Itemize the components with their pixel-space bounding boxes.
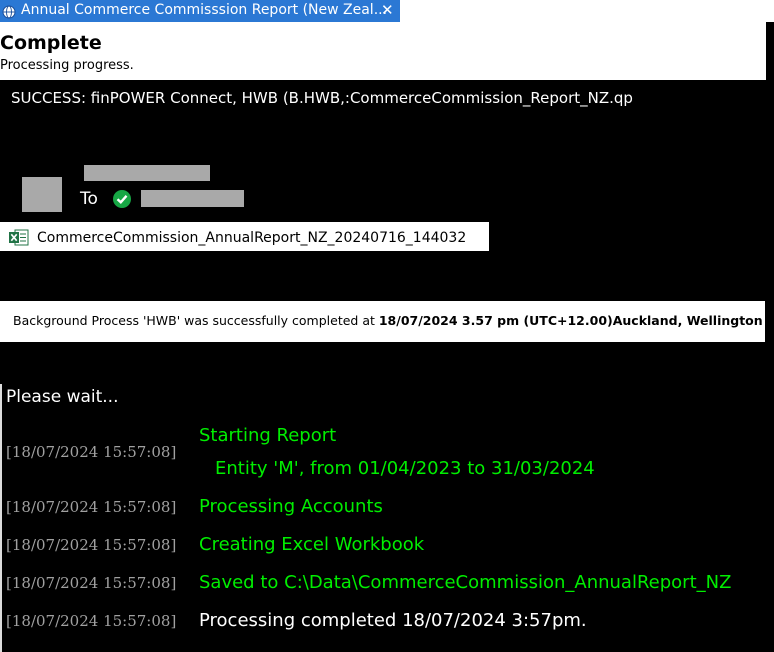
log-message: Saved to C:\Data\CommerceCommission_Annu…: [199, 572, 732, 593]
excel-file-icon: [9, 229, 29, 246]
log-detail: Entity 'M', from 01/04/2023 to 31/03/202…: [215, 458, 595, 479]
window-tab[interactable]: Annual Commerce Commisssion Report (New …: [0, 0, 400, 22]
globe-icon: [2, 5, 16, 19]
log-timestamp: [18/07/2024 15:57:08]: [6, 536, 177, 554]
to-label: To: [80, 189, 98, 209]
log-message: Processing Accounts: [199, 496, 383, 517]
log-message: Starting Report: [199, 425, 337, 446]
redacted-sender-name: [84, 165, 210, 181]
attachment-item[interactable]: CommerceCommission_AnnualReport_NZ_20240…: [0, 222, 489, 251]
page-title: Complete: [0, 32, 102, 54]
log-message: Processing completed 18/07/2024 3:57pm.: [199, 610, 587, 631]
avatar: [22, 177, 62, 212]
tab-title: Annual Commerce Commisssion Report (New …: [21, 2, 388, 18]
completion-message: Background Process 'HWB' was successfull…: [13, 313, 763, 328]
header-panel: Complete Processing progress.: [0, 22, 766, 80]
log-timestamp: [18/07/2024 15:57:08]: [6, 498, 177, 516]
check-circle-icon: [113, 190, 131, 208]
log-message: Creating Excel Workbook: [199, 534, 425, 555]
page-subtitle: Processing progress.: [0, 58, 134, 73]
log-timestamp: [18/07/2024 15:57:08]: [6, 574, 177, 592]
close-icon[interactable]: ✕: [381, 1, 394, 19]
email-subject: SUCCESS: finPOWER Connect, HWB (B.HWB,:C…: [11, 89, 633, 107]
redacted-recipient: [141, 190, 244, 207]
tab-bar-empty: [400, 0, 774, 22]
completion-time: 18/07/2024 3.57 pm (UTC+12.00)Auckland, …: [378, 313, 763, 328]
log-timestamp: [18/07/2024 15:57:08]: [6, 443, 177, 461]
log-timestamp: [18/07/2024 15:57:08]: [6, 612, 177, 630]
completion-notice: Background Process 'HWB' was successfull…: [0, 301, 765, 342]
please-wait-text: Please wait...: [6, 387, 119, 407]
attachment-filename: CommerceCommission_AnnualReport_NZ_20240…: [37, 230, 467, 246]
log-border: [0, 384, 2, 652]
